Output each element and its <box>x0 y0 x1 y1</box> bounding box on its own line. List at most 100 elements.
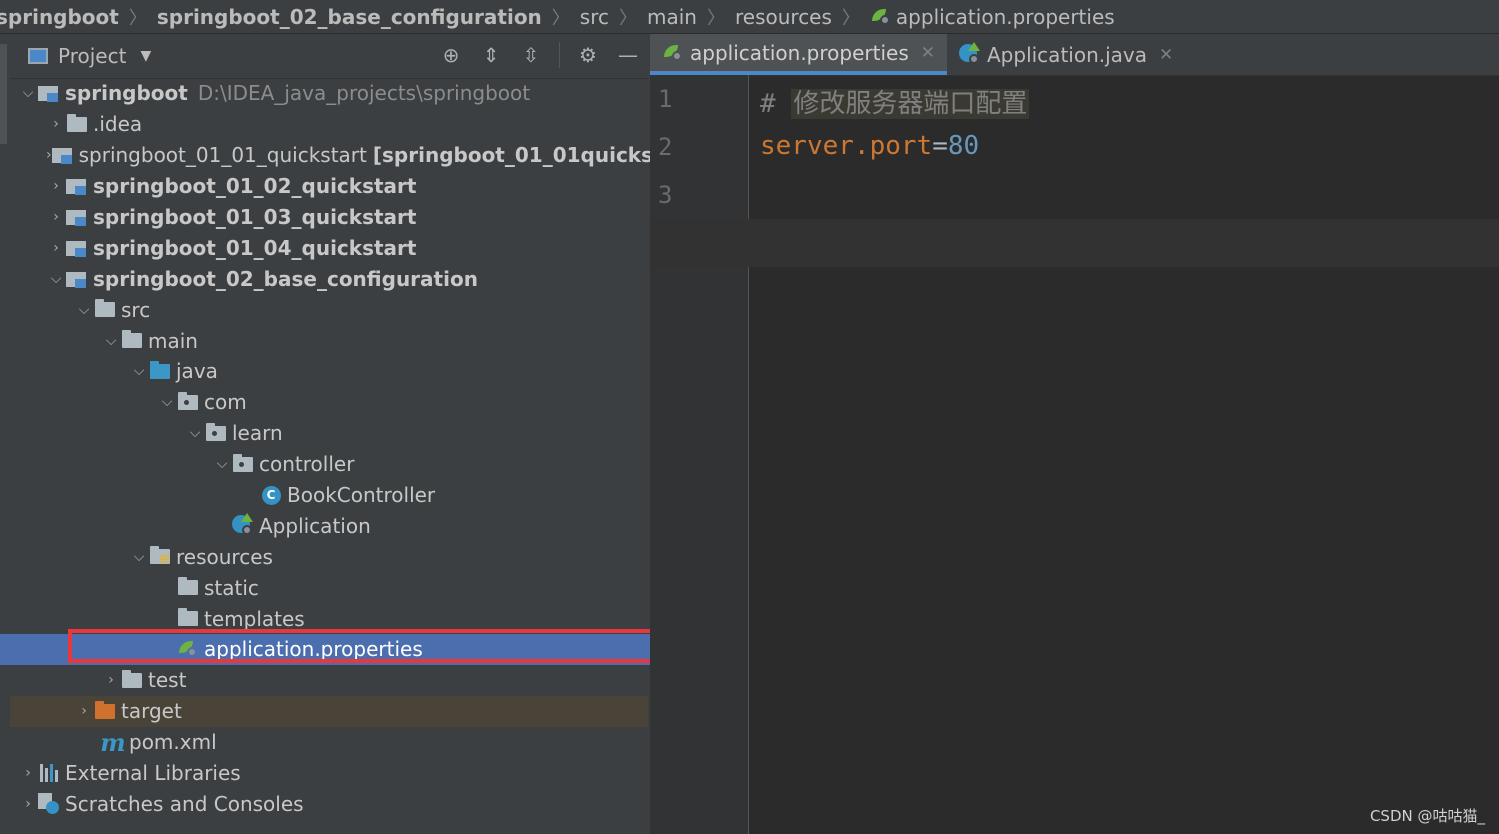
tree-node-java[interactable]: ⌵ java <box>10 356 648 387</box>
tab-application-java[interactable]: Application.java ✕ <box>947 34 1185 75</box>
folder-icon <box>177 577 199 599</box>
module-folder-icon <box>51 144 74 166</box>
chevron-down-icon[interactable]: ⌵ <box>157 394 177 410</box>
line-number: 3 <box>658 181 673 209</box>
chevron-down-icon[interactable]: ⌵ <box>185 425 205 441</box>
tree-node-application[interactable]: Application <box>10 510 648 541</box>
tree-node-label: learn <box>232 421 283 446</box>
tree-node-quickstart4[interactable]: › springboot_01_04_quickstart <box>10 232 648 263</box>
breadcrumb: springboot 〉 springboot_02_base_configur… <box>0 0 1499 34</box>
tab-application-properties[interactable]: application.properties ✕ <box>650 34 947 75</box>
module-folder-icon <box>66 268 88 290</box>
tree-node-module-name: [springboot_01_01quicksta <box>372 143 677 168</box>
collapse-all-icon[interactable]: ⇳ <box>519 43 543 67</box>
tree-node-quickstart1[interactable]: › springboot_01_01_quickstart [springboo… <box>10 140 676 171</box>
scratches-icon <box>38 792 60 815</box>
breadcrumb-separator: 〉 <box>706 7 725 29</box>
tree-node-label: target <box>121 699 182 724</box>
tree-node-quickstart3[interactable]: › springboot_01_03_quickstart <box>10 202 648 233</box>
tree-node-root[interactable]: ⌵ springboot D:\IDEA_java_projects\sprin… <box>10 78 648 109</box>
tree-node-pom[interactable]: m pom.xml <box>10 727 648 758</box>
tree-node-label: springboot_01_04_quickstart <box>93 235 417 260</box>
chevron-down-icon[interactable]: ⌵ <box>18 85 38 101</box>
module-folder-icon <box>66 206 88 228</box>
breadcrumb-item-file[interactable]: application.properties <box>870 5 1115 29</box>
chevron-down-icon[interactable]: ⌵ <box>129 363 149 379</box>
tree-node-test[interactable]: › test <box>10 665 648 696</box>
watermark: CSDN @咕咕猫_ <box>1369 807 1485 825</box>
tree-node-path: D:\IDEA_java_projects\springboot <box>197 81 531 106</box>
chevron-right-icon[interactable]: › <box>46 240 66 256</box>
chevron-right-icon[interactable]: › <box>74 703 94 719</box>
chevron-down-icon[interactable]: ⌵ <box>46 271 66 287</box>
tree-node-label: com <box>204 390 247 415</box>
tree-node-label: Scratches and Consoles <box>65 791 304 816</box>
tab-label: Application.java <box>987 42 1148 67</box>
breadcrumb-item-springboot[interactable]: springboot <box>0 5 119 29</box>
line-number-gutter: 1 2 3 4 <box>650 75 749 834</box>
tree-node-controller[interactable]: ⌵ controller <box>10 449 648 480</box>
breadcrumb-item-main[interactable]: main <box>647 5 697 29</box>
breadcrumb-item-module[interactable]: springboot_02_base_configuration <box>157 5 542 29</box>
folder-icon <box>94 299 116 321</box>
tree-node-label: .idea <box>93 112 143 137</box>
tree-node-label: static <box>204 575 259 600</box>
tree-node-com[interactable]: ⌵ com <box>10 387 648 418</box>
chevron-down-icon[interactable]: ⌵ <box>74 302 94 318</box>
chevron-down-icon[interactable]: ⌵ <box>101 333 121 349</box>
chevron-right-icon[interactable]: › <box>46 178 66 194</box>
tree-node-quickstart2[interactable]: › springboot_01_02_quickstart <box>10 171 648 202</box>
breadcrumb-item-src[interactable]: src <box>580 5 609 29</box>
project-view-selector[interactable]: Project ▼ <box>28 44 151 68</box>
close-icon[interactable]: ✕ <box>1159 45 1173 65</box>
chevron-right-icon[interactable]: › <box>18 796 38 812</box>
excluded-folder-icon <box>94 700 116 722</box>
tree-node-label: springboot_01_02_quickstart <box>93 174 417 199</box>
close-icon[interactable]: ✕ <box>921 43 935 63</box>
gear-icon[interactable]: ⚙ <box>576 43 600 67</box>
hide-icon[interactable]: — <box>616 43 640 67</box>
module-folder-icon <box>66 237 88 259</box>
comment-marker: # <box>760 89 776 119</box>
tree-node-main[interactable]: ⌵ main <box>10 325 648 356</box>
breadcrumb-label: springboot_02_base_configuration <box>156 4 542 29</box>
project-panel-title: Project <box>58 44 127 68</box>
property-key: server.port <box>760 131 933 161</box>
breadcrumb-item-resources[interactable]: resources <box>735 5 832 29</box>
chevron-right-icon[interactable]: › <box>101 672 121 688</box>
tree-node-idea[interactable]: › .idea <box>10 109 648 140</box>
locate-icon[interactable]: ⊕ <box>439 43 463 67</box>
tree-node-label: controller <box>259 452 355 477</box>
property-equals: = <box>932 131 948 161</box>
tree-node-target[interactable]: › target <box>10 695 648 727</box>
chevron-down-icon[interactable]: ⌵ <box>129 549 149 565</box>
tree-node-static[interactable]: static <box>10 572 648 603</box>
chevron-down-icon[interactable]: ⌵ <box>212 456 232 472</box>
chevron-right-icon[interactable]: › <box>46 209 66 225</box>
code-editor[interactable]: # 修改服务器端口配置 server.port=80 <box>650 75 1499 834</box>
expand-all-icon[interactable]: ⇕ <box>479 43 503 67</box>
tree-node-external-libraries[interactable]: › External Libraries <box>10 758 648 789</box>
chevron-right-icon[interactable]: › <box>18 765 38 781</box>
package-icon <box>205 422 227 444</box>
tree-node-base-configuration[interactable]: ⌵ springboot_02_base_configuration <box>10 263 648 294</box>
tree-node-resources[interactable]: ⌵ resources <box>10 541 648 572</box>
spring-boot-application-icon <box>959 41 981 66</box>
folder-icon <box>121 669 143 691</box>
tree-node-book-controller[interactable]: C BookController <box>10 480 648 511</box>
tree-node-scratches[interactable]: › Scratches and Consoles <box>10 788 648 819</box>
project-tool-window-button[interactable] <box>0 44 7 144</box>
folder-icon <box>66 113 88 135</box>
package-icon <box>232 453 254 475</box>
tree-node-src[interactable]: ⌵ src <box>10 294 648 325</box>
breadcrumb-label: main <box>647 4 697 29</box>
spring-properties-icon <box>662 43 684 63</box>
project-icon <box>28 48 48 64</box>
line-number: 2 <box>658 133 673 161</box>
java-class-icon: C <box>260 484 282 506</box>
tree-node-learn[interactable]: ⌵ learn <box>10 418 648 449</box>
breadcrumb-separator: 〉 <box>841 7 860 29</box>
chevron-right-icon[interactable]: › <box>46 116 66 132</box>
breadcrumb-separator: 〉 <box>551 7 570 29</box>
tree-node-templates[interactable]: templates <box>10 603 648 634</box>
